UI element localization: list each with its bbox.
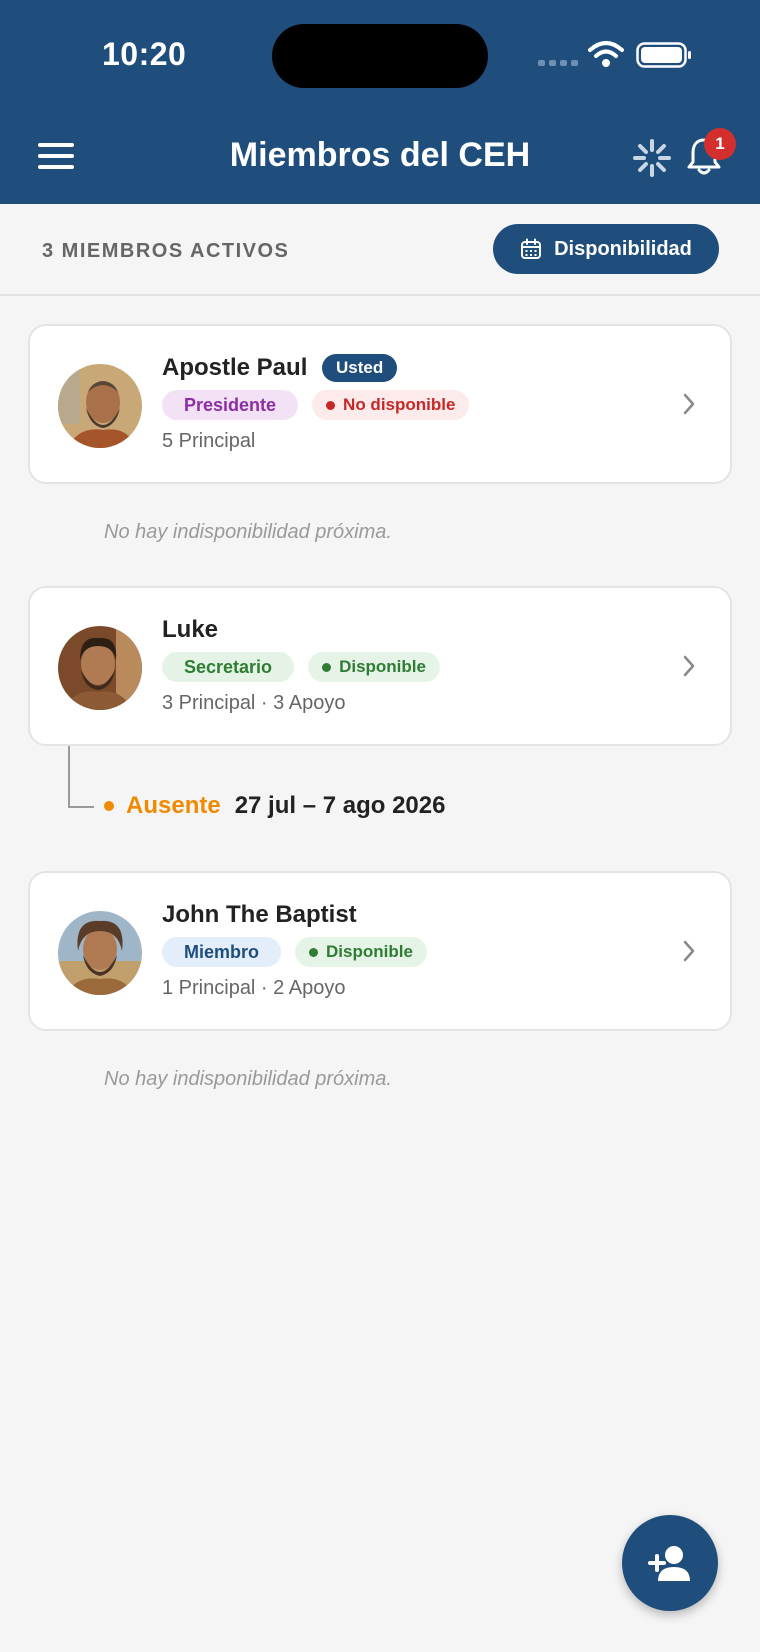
- assignment-counts: 3 Principal · 3 Apoyo: [162, 692, 346, 714]
- status-chip: No disponible: [312, 390, 470, 420]
- app-header: 10:20 Miembros del CEH 1: [0, 0, 760, 204]
- status-dot: [326, 400, 336, 410]
- sync-icon: [633, 139, 671, 177]
- role-chip: Secretario: [162, 652, 295, 682]
- avatar: [58, 911, 142, 995]
- chevron-right-icon: [683, 940, 695, 962]
- calendar-icon: [521, 238, 542, 259]
- avatar: [58, 626, 142, 710]
- role-chip: Presidente: [162, 390, 299, 420]
- status-dot: [322, 662, 332, 672]
- status-label: Disponible: [339, 657, 426, 676]
- member-name: Luke: [162, 616, 219, 643]
- role-chip: Miembro: [162, 937, 282, 967]
- member-name: John The Baptist: [162, 901, 357, 928]
- absence-dot: [104, 801, 114, 811]
- availability-note: No hay indisponibilidad próxima.: [104, 521, 392, 543]
- absence-label: Ausente: [126, 792, 221, 819]
- status-label: No disponible: [343, 395, 456, 414]
- you-badge: Usted: [322, 354, 398, 382]
- assignment-counts: 5 Principal: [162, 430, 256, 452]
- absence-connector: [68, 746, 94, 808]
- subheader: 3 MIEMBROS ACTIVOS Disponibilidad: [0, 204, 760, 296]
- status-dot: [309, 947, 319, 957]
- avatar: [58, 364, 142, 448]
- availability-button-label: Disponibilidad: [554, 237, 692, 260]
- member-card[interactable]: Luke Secretario Disponible 3 Principal ·…: [28, 586, 732, 746]
- member-card[interactable]: Apostle Paul Usted Presidente No disponi…: [28, 324, 732, 484]
- notification-badge: 1: [704, 128, 736, 160]
- availability-note: No hay indisponibilidad próxima.: [104, 1068, 392, 1090]
- absence-range: 27 jul – 7 ago 2026: [234, 792, 446, 819]
- battery-icon: [636, 42, 691, 68]
- status-time: 10:20: [102, 36, 187, 72]
- member-card[interactable]: John The Baptist Miembro Disponible 1 Pr…: [28, 871, 732, 1031]
- wifi-icon: [588, 41, 624, 67]
- cellular-signal-icon: [538, 60, 578, 66]
- add-user-icon: [648, 1546, 690, 1581]
- availability-button[interactable]: Disponibilidad: [493, 224, 719, 274]
- add-member-button[interactable]: [622, 1515, 718, 1611]
- status-chip: Disponible: [308, 652, 440, 682]
- dynamic-island: [272, 24, 488, 88]
- absence-entry: Ausente 27 jul – 7 ago 2026: [104, 792, 445, 820]
- assignment-counts: 1 Principal · 2 Apoyo: [162, 977, 346, 999]
- chevron-right-icon: [683, 655, 695, 677]
- status-label: Disponible: [326, 942, 413, 961]
- status-chip: Disponible: [295, 937, 427, 967]
- chevron-right-icon: [683, 393, 695, 415]
- member-count: 3 MIEMBROS ACTIVOS: [42, 240, 290, 262]
- member-name: Apostle Paul: [162, 354, 308, 381]
